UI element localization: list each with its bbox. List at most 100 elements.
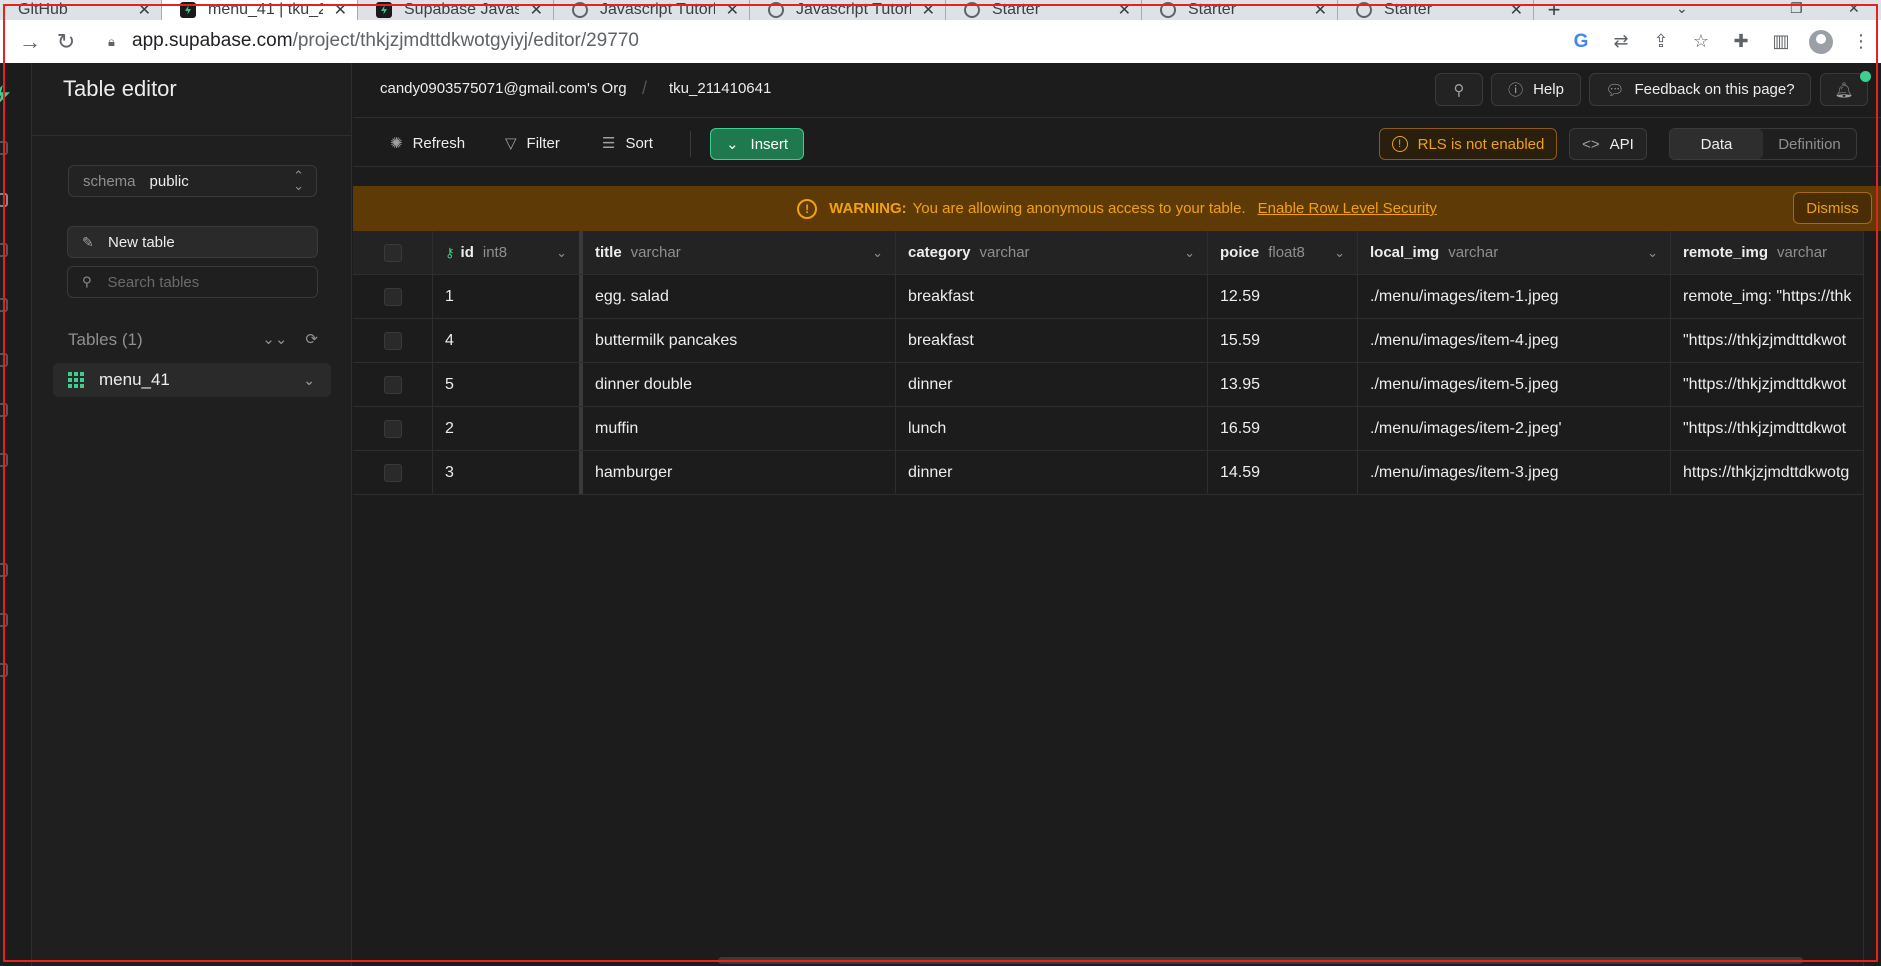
cell-remote_img[interactable]: "https://thkjzjmdttdkwot — [1671, 407, 1863, 450]
browser-tab-active[interactable]: menu_41 | tku_2 ✕ — [162, 0, 358, 20]
cell-id[interactable]: 3 — [433, 451, 583, 494]
browser-tab[interactable]: Javascript Tutori ✕ — [750, 0, 946, 20]
cell-id[interactable]: 2 — [433, 407, 583, 450]
logs-icon[interactable] — [0, 563, 8, 577]
cell-local_img[interactable]: ./menu/images/item-4.jpeg — [1358, 319, 1671, 362]
star-icon[interactable]: ☆ — [1689, 30, 1713, 54]
cell-poice[interactable]: 16.59 — [1208, 407, 1358, 450]
restore-icon[interactable]: ❐ — [1790, 0, 1803, 20]
browser-tab[interactable]: Starter ✕ — [1142, 0, 1338, 20]
row-checkbox[interactable] — [383, 287, 402, 306]
browser-tab[interactable]: Starter ✕ — [1338, 0, 1534, 20]
row-checkbox[interactable] — [383, 375, 402, 394]
feedback-button[interactable]: 💬︎ Feedback on this page? — [1589, 73, 1811, 106]
close-icon[interactable]: ✕ — [530, 0, 543, 20]
chevron-down-icon[interactable]: ⌄ — [556, 245, 567, 261]
select-all-checkbox[interactable] — [383, 243, 402, 262]
profile-avatar[interactable] — [1809, 29, 1833, 54]
close-icon[interactable]: ✕ — [1314, 0, 1327, 20]
filter-button[interactable]: ▽ Filter — [505, 127, 560, 159]
refresh-tables-icon[interactable]: ⟳ — [305, 330, 318, 348]
cell-title[interactable]: hamburger — [583, 451, 896, 494]
browser-tab[interactable]: Javascript Tutori ✕ — [554, 0, 750, 20]
api-button[interactable]: <> API — [1569, 128, 1647, 160]
cell-category[interactable]: breakfast — [896, 319, 1208, 362]
cell-poice[interactable]: 13.95 — [1208, 363, 1358, 406]
browser-tab[interactable]: Supabase Javasc ✕ — [358, 0, 554, 20]
cell-title[interactable]: egg. salad — [583, 275, 896, 318]
insert-button[interactable]: ⌄ Insert — [710, 128, 804, 160]
table-editor-icon[interactable] — [0, 193, 8, 207]
storage-icon[interactable] — [0, 403, 8, 417]
functions-icon[interactable] — [0, 453, 8, 467]
tab-search-icon[interactable]: ⌄ — [1676, 0, 1688, 20]
rls-status-button[interactable]: ! RLS is not enabled — [1379, 128, 1557, 160]
refresh-button[interactable]: ✺ Refresh — [390, 127, 465, 159]
settings-icon[interactable] — [0, 663, 8, 677]
table-row[interactable]: 1 egg. salad breakfast 12.59 ./menu/imag… — [353, 275, 1863, 319]
row-checkbox[interactable] — [383, 419, 402, 438]
cell-remote_img[interactable]: remote_img: "https://thk — [1671, 275, 1863, 318]
schema-select[interactable]: schema public ⌃ ⌄ — [68, 165, 317, 197]
cell-poice[interactable]: 12.59 — [1208, 275, 1358, 318]
address-bar[interactable]: 🔒︎ app.supabase.com/project/thkjzjmdttdk… — [96, 23, 1746, 59]
forward-icon[interactable]: → — [12, 24, 48, 60]
window-close-icon[interactable]: ✕ — [1848, 0, 1860, 20]
table-row[interactable]: 2 muffin lunch 16.59 ./menu/images/item-… — [353, 407, 1863, 451]
tab-definition[interactable]: Definition — [1763, 129, 1856, 159]
chevron-down-icon[interactable]: ⌄ — [303, 372, 315, 389]
cell-local_img[interactable]: ./menu/images/item-3.jpeg — [1358, 451, 1671, 494]
browser-tab[interactable]: Starter ✕ — [946, 0, 1142, 20]
cell-local_img[interactable]: ./menu/images/item-5.jpeg — [1358, 363, 1671, 406]
cell-remote_img[interactable]: "https://thkjzjmdttdkwot — [1671, 319, 1863, 362]
cell-id[interactable]: 5 — [433, 363, 583, 406]
column-header-id[interactable]: ⚷ id int8 ⌄ — [433, 231, 583, 274]
tab-data[interactable]: Data — [1670, 129, 1763, 159]
new-table-button[interactable]: ✎ New table — [67, 226, 318, 258]
row-checkbox[interactable] — [383, 463, 402, 482]
cell-local_img[interactable]: ./menu/images/item-2.jpeg' — [1358, 407, 1671, 450]
auth-icon[interactable] — [0, 353, 8, 367]
new-tab-icon[interactable]: + — [1534, 0, 1574, 20]
close-icon[interactable]: ✕ — [138, 0, 151, 20]
column-header-local_img[interactable]: local_img varchar ⌄ — [1358, 231, 1671, 274]
cell-remote_img[interactable]: https://thkjzjmdttdkwotg — [1671, 451, 1863, 494]
translate-icon[interactable]: ⇄ — [1609, 30, 1633, 54]
supabase-logo-icon[interactable] — [0, 85, 10, 103]
vertical-scrollbar[interactable] — [1863, 231, 1881, 966]
sidebar-item-menu_41[interactable]: menu_41 ⌄ — [53, 363, 331, 397]
row-checkbox[interactable] — [383, 331, 402, 350]
close-icon[interactable]: ✕ — [922, 0, 935, 20]
chevron-down-icon[interactable]: ⌄ — [1184, 245, 1195, 261]
table-row[interactable]: 3 hamburger dinner 14.59 ./menu/images/i… — [353, 451, 1863, 495]
breadcrumb-org[interactable]: candy0903575071@gmail.com's Org — [380, 80, 627, 97]
close-icon[interactable]: ✕ — [1510, 0, 1523, 20]
database-icon[interactable] — [0, 298, 8, 312]
chevron-down-icon[interactable]: ⌄ — [872, 245, 883, 261]
cell-local_img[interactable]: ./menu/images/item-1.jpeg — [1358, 275, 1671, 318]
home-icon[interactable] — [0, 141, 8, 155]
reload-icon[interactable]: ↻ — [48, 24, 84, 60]
sort-button[interactable]: ☰ Sort — [602, 127, 653, 159]
cell-title[interactable]: buttermilk pancakes — [583, 319, 896, 362]
search-button[interactable]: ⚲ — [1435, 73, 1483, 106]
cell-category[interactable]: lunch — [896, 407, 1208, 450]
close-icon[interactable]: ✕ — [1118, 0, 1131, 20]
cell-category[interactable]: breakfast — [896, 275, 1208, 318]
collapse-all-icon[interactable]: ⌄⌄ — [262, 330, 287, 348]
side-panel-icon[interactable]: ▥ — [1769, 30, 1793, 54]
help-button[interactable]: ⓘ Help — [1491, 73, 1581, 106]
cell-id[interactable]: 4 — [433, 319, 583, 362]
column-header-category[interactable]: category varchar ⌄ — [896, 231, 1208, 274]
share-icon[interactable]: ⇪ — [1649, 30, 1673, 54]
cell-title[interactable]: muffin — [583, 407, 896, 450]
column-header-poice[interactable]: poice float8 ⌄ — [1208, 231, 1358, 274]
docs-icon[interactable] — [0, 613, 8, 627]
chevron-down-icon[interactable]: ⌄ — [1334, 245, 1345, 261]
cell-poice[interactable]: 15.59 — [1208, 319, 1358, 362]
cell-title[interactable]: dinner double — [583, 363, 896, 406]
cell-id[interactable]: 1 — [433, 275, 583, 318]
breadcrumb-project[interactable]: tku_211410641 — [669, 80, 771, 97]
sql-editor-icon[interactable] — [0, 243, 8, 257]
table-row[interactable]: 4 buttermilk pancakes breakfast 15.59 ./… — [353, 319, 1863, 363]
